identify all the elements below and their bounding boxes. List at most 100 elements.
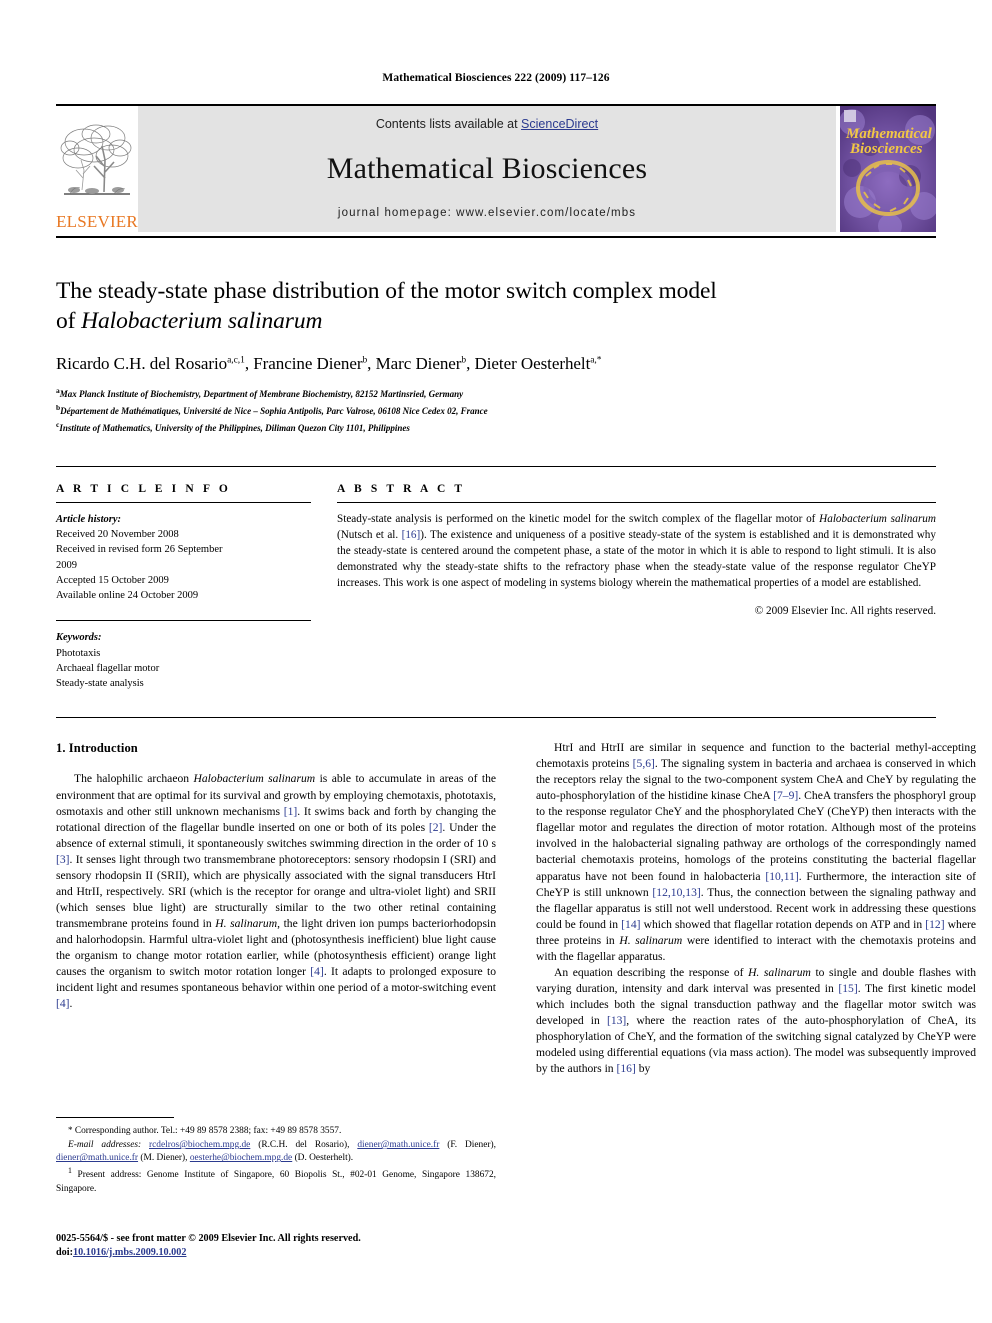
author-2[interactable]: Francine Diener <box>253 354 362 373</box>
introduction-heading: 1. Introduction <box>56 741 138 756</box>
page-footer: 0025-5564/$ - see front matter © 2009 El… <box>56 1232 496 1260</box>
title-block: The steady-state phase distribution of t… <box>56 276 936 436</box>
rp1-ref-5[interactable]: [14] <box>621 918 640 931</box>
doi-line: doi:10.1016/j.mbs.2009.10.002 <box>56 1246 496 1260</box>
affiliation-b: bDépartement de Mathématiques, Universit… <box>56 402 936 419</box>
masthead-bottom-rule <box>56 236 936 238</box>
paper-page: Mathematical Biosciences 222 (2009) 117–… <box>0 0 992 1323</box>
info-section-top-rule <box>56 465 936 467</box>
running-head: Mathematical Biosciences 222 (2009) 117–… <box>382 72 610 84</box>
footnote-rule <box>56 1117 174 1118</box>
abstract-part-1: Steady-state analysis is performed on th… <box>337 512 820 525</box>
lp-s8: . <box>69 997 73 1011</box>
lp-ref-3[interactable]: [3] <box>56 853 70 866</box>
intro-paragraph-right-2: An equation describing the response of H… <box>536 965 976 1077</box>
doi-label: doi: <box>56 1246 73 1258</box>
footnote-corresponding-text: Corresponding author. Tel.: +49 89 8578 … <box>74 1126 342 1136</box>
doi-link[interactable]: 10.1016/j.mbs.2009.10.002 <box>73 1247 186 1258</box>
keywords-rule <box>56 620 311 622</box>
author-1-sup: a,c,1 <box>227 355 245 366</box>
rp1-ref-2[interactable]: [7–9] <box>773 789 798 802</box>
abstract-heading: A B S T R A C T <box>337 482 466 495</box>
article-info-column: A R T I C L E I N F O Article history: R… <box>56 483 311 691</box>
footnote-emails: E-mail addresses: rcdelros@biochem.mpg.d… <box>56 1139 496 1165</box>
email-who-2: (F. Diener), <box>439 1140 496 1151</box>
rp2-s5: by <box>635 1062 651 1076</box>
lp-ref-5[interactable]: [4] <box>56 997 70 1010</box>
journal-masthead: ELSEVIER Contents lists available at Sci… <box>56 106 936 232</box>
lp-s1: The halophilic archaeon <box>74 772 194 786</box>
email-link-1[interactable]: rcdelros@biochem.mpg.de <box>149 1140 250 1150</box>
history-item-revised: Received in revised form 26 September <box>56 544 223 556</box>
affiliation-c: cInstitute of Mathematics, University of… <box>56 419 936 436</box>
author-4[interactable]: Dieter Oesterhelt <box>475 354 591 373</box>
abstract-text: Steady-state analysis is performed on th… <box>337 512 936 592</box>
email-link-2[interactable]: diener@math.unice.fr <box>357 1140 439 1150</box>
masthead-center: Contents lists available at ScienceDirec… <box>138 106 836 232</box>
article-info-heading: A R T I C L E I N F O <box>56 482 231 495</box>
article-info-rule <box>56 501 311 503</box>
article-history-label: Article history: <box>56 513 122 525</box>
rp2-ref-1[interactable]: [15] <box>838 982 857 995</box>
keyword-2: Archaeal flagellar motor <box>56 662 160 674</box>
author-3[interactable]: Marc Diener <box>376 354 462 373</box>
rp1-species-1: H. salinarum <box>619 933 683 947</box>
rp1-ref-4[interactable]: [12,10,13] <box>652 886 700 899</box>
keywords-group: Keywords: Phototaxis Archaeal flagellar … <box>56 620 311 691</box>
footnote-present-address-text: Present address: Genome Institute of Sin… <box>56 1170 496 1194</box>
rp1-ref-1[interactable]: [5,6] <box>633 757 655 770</box>
body-columns: 1. Introduction The halophilic archaeon … <box>56 740 976 1077</box>
rp2-ref-3[interactable]: [16] <box>617 1062 636 1075</box>
rp1-s6: which showed that flagellar rotation dep… <box>640 917 926 931</box>
body-column-right: HtrI and HtrII are similar in sequence a… <box>536 740 976 1077</box>
page-title: The steady-state phase distribution of t… <box>56 276 936 336</box>
article-history-group: Article history: Received 20 November 20… <box>56 512 311 603</box>
lp-ref-4[interactable]: [4] <box>310 965 324 978</box>
journal-homepage[interactable]: journal homepage: www.elsevier.com/locat… <box>338 207 636 219</box>
cover-artwork: Mathematical Biosciences <box>840 106 936 232</box>
history-item-accepted: Accepted 15 October 2009 <box>56 574 169 586</box>
footnote-block: * Corresponding author. Tel.: +49 89 857… <box>56 1124 496 1196</box>
rp2-ref-2[interactable]: [13] <box>607 1014 626 1027</box>
affiliation-c-text: Institute of Mathematics, University of … <box>59 423 410 434</box>
affiliation-a-text: Max Planck Institute of Biochemistry, De… <box>59 389 464 400</box>
lp-ref-1[interactable]: [1] <box>284 805 298 818</box>
body-top-rule <box>56 717 936 719</box>
asterisk-icon: * <box>68 1125 73 1135</box>
elsevier-logo[interactable]: ELSEVIER <box>56 106 138 232</box>
email-link-3[interactable]: diener@math.unice.fr <box>56 1153 138 1163</box>
intro-paragraph-left: The halophilic archaeon Halobacterium sa… <box>56 771 496 1012</box>
lp-species-1: Halobacterium salinarum <box>193 772 316 786</box>
email-link-4[interactable]: oesterhe@biochem.mpg.de <box>190 1153 292 1163</box>
sciencedirect-link[interactable]: ScienceDirect <box>521 117 598 131</box>
affiliation-list: aMax Planck Institute of Biochemistry, D… <box>56 385 936 436</box>
body-column-left: 1. Introduction The halophilic archaeon … <box>56 740 496 1077</box>
abstract-part-2: (Nutsch et al. <box>337 528 402 541</box>
history-item-revised-year: 2009 <box>56 559 77 571</box>
intro-paragraph-right-1: HtrI and HtrII are similar in sequence a… <box>536 740 976 965</box>
lp-species-2: H. salinarum <box>215 916 278 930</box>
journal-cover-thumbnail[interactable]: Mathematical Biosciences <box>840 106 936 232</box>
rp2-species-1: H. salinarum <box>748 965 811 979</box>
keyword-3: Steady-state analysis <box>56 677 144 689</box>
lp-ref-2[interactable]: [2] <box>429 821 443 834</box>
footnote-area: * Corresponding author. Tel.: +49 89 857… <box>56 1117 496 1197</box>
email-who-1: (R.C.H. del Rosario), <box>250 1140 358 1151</box>
title-species: Halobacterium salinarum <box>81 308 323 335</box>
history-item-received: Received 20 November 2008 <box>56 529 179 541</box>
footnote-present-address-mark: 1 <box>68 1166 72 1176</box>
keyword-1: Phototaxis <box>56 647 101 659</box>
elsevier-tree-icon <box>60 124 132 195</box>
rp1-ref-6[interactable]: [12] <box>925 918 944 931</box>
rp1-ref-3[interactable]: [10,11] <box>765 870 798 883</box>
author-1[interactable]: Ricardo C.H. del Rosario <box>56 354 227 373</box>
history-item-online: Available online 24 October 2009 <box>56 590 199 602</box>
elsevier-wordmark: ELSEVIER <box>56 212 138 231</box>
affiliation-a: aMax Planck Institute of Biochemistry, D… <box>56 385 936 402</box>
issn-line: 0025-5564/$ - see front matter © 2009 El… <box>56 1233 361 1244</box>
abstract-ref-16[interactable]: [16] <box>402 529 421 541</box>
author-2-sup: b <box>362 355 368 366</box>
copyright-line: © 2009 Elsevier Inc. All rights reserved… <box>754 604 936 617</box>
svg-text:Biosciences: Biosciences <box>849 141 923 157</box>
email-who-4: (D. Oesterhelt). <box>292 1153 354 1164</box>
